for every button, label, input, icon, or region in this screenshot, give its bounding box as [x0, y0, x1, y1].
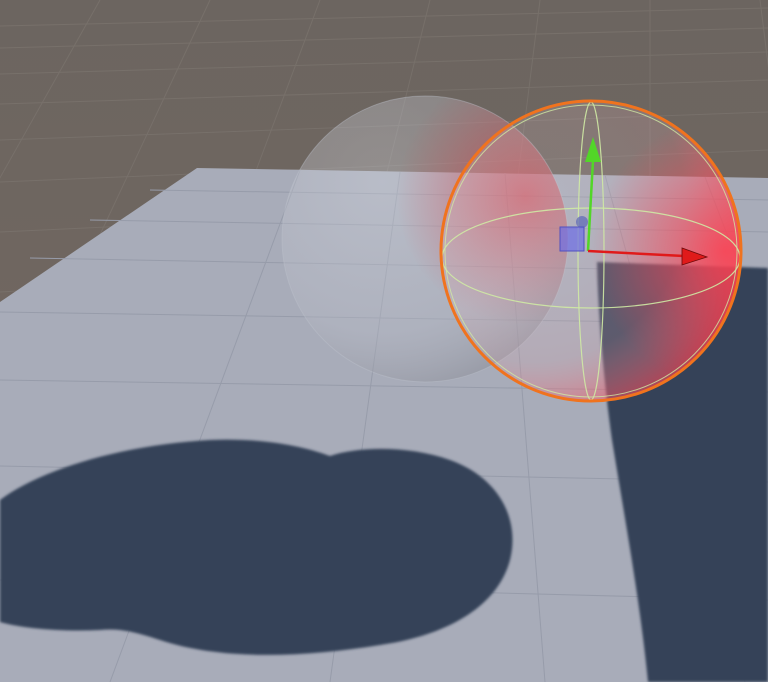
- center-plane-handle[interactable]: [559, 226, 585, 252]
- z-axis-handle[interactable]: [576, 216, 588, 228]
- scene-canvas[interactable]: [0, 0, 768, 682]
- scene-view[interactable]: [0, 0, 768, 682]
